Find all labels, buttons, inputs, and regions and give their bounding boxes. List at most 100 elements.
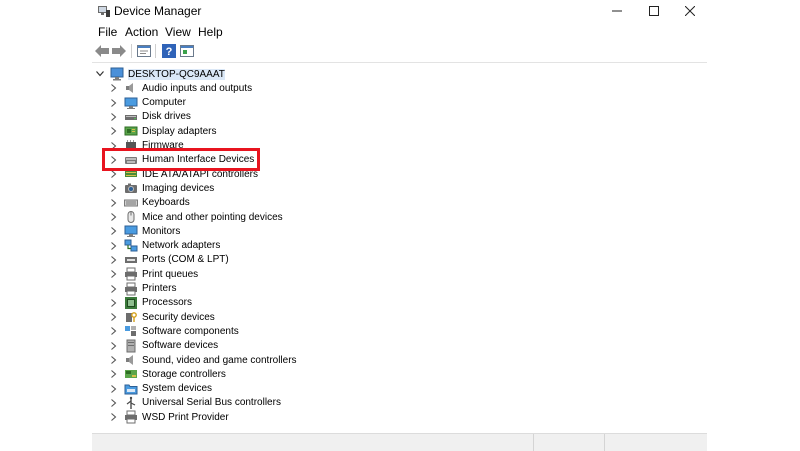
tree-item-label: WSD Print Provider bbox=[142, 411, 229, 423]
tree-item-label: System devices bbox=[142, 383, 213, 395]
chevron-down-icon[interactable] bbox=[94, 67, 106, 81]
back-button[interactable] bbox=[94, 43, 110, 59]
properties-button[interactable] bbox=[136, 43, 152, 59]
chevron-right-icon[interactable] bbox=[108, 324, 120, 338]
chevron-right-icon[interactable] bbox=[108, 224, 120, 238]
chevron-right-icon[interactable] bbox=[108, 367, 120, 381]
tree-item-label: Mice and other pointing devices bbox=[142, 211, 283, 223]
keyboard-icon bbox=[124, 196, 138, 210]
menu-file[interactable]: File bbox=[98, 25, 117, 39]
tree-root-label: DESKTOP-QC9AAAT bbox=[128, 68, 225, 80]
tree-item-label: Universal Serial Bus controllers bbox=[142, 397, 281, 409]
storage-controller-icon bbox=[124, 367, 138, 381]
tree-item-wsd-print-provider[interactable]: WSD Print Provider bbox=[108, 410, 229, 424]
chevron-right-icon[interactable] bbox=[108, 124, 120, 138]
camera-icon bbox=[124, 181, 138, 195]
chevron-right-icon[interactable] bbox=[108, 196, 120, 210]
chevron-right-icon[interactable] bbox=[108, 353, 120, 367]
monitor-icon bbox=[124, 96, 138, 110]
device-tree[interactable]: DESKTOP-QC9AAAT Audio inputs and outputs… bbox=[92, 62, 707, 434]
maximize-icon bbox=[649, 6, 659, 16]
chevron-right-icon[interactable] bbox=[108, 310, 120, 324]
tree-item-monitors[interactable]: Monitors bbox=[108, 224, 180, 238]
tree-item-software-components[interactable]: Software components bbox=[108, 324, 239, 338]
software-device-icon bbox=[124, 339, 138, 353]
chevron-right-icon[interactable] bbox=[108, 253, 120, 267]
chevron-right-icon[interactable] bbox=[108, 110, 120, 124]
chevron-right-icon[interactable] bbox=[108, 282, 120, 296]
back-arrow-icon bbox=[95, 45, 109, 57]
chevron-right-icon[interactable] bbox=[108, 181, 120, 195]
tree-item-printers[interactable]: Printers bbox=[108, 282, 176, 296]
tree-item-storage-controllers[interactable]: Storage controllers bbox=[108, 367, 226, 381]
toolbar-separator bbox=[155, 44, 156, 58]
tree-item-network-adapters[interactable]: Network adapters bbox=[108, 239, 220, 253]
tree-item-security-devices[interactable]: Security devices bbox=[108, 310, 215, 324]
speaker-icon bbox=[124, 353, 138, 367]
software-component-icon bbox=[124, 324, 138, 338]
port-icon bbox=[124, 253, 138, 267]
speaker-icon bbox=[124, 81, 138, 95]
printer-icon bbox=[124, 267, 138, 281]
tree-item-label: Disk drives bbox=[142, 111, 191, 123]
help-button[interactable]: ? bbox=[161, 43, 177, 59]
chevron-right-icon[interactable] bbox=[108, 96, 120, 110]
network-icon bbox=[124, 239, 138, 253]
update-driver-icon bbox=[180, 45, 194, 57]
tree-item-sound-video-and-game-controllers[interactable]: Sound, video and game controllers bbox=[108, 353, 297, 367]
printer-icon bbox=[124, 410, 138, 424]
tree-item-label: Monitors bbox=[142, 225, 181, 237]
tree-item-audio-inputs-and-outputs[interactable]: Audio inputs and outputs bbox=[108, 81, 252, 95]
chevron-right-icon[interactable] bbox=[108, 396, 120, 410]
tree-item-label: Software components bbox=[142, 325, 239, 337]
tree-item-ports-com-lpt[interactable]: Ports (COM & LPT) bbox=[108, 253, 229, 267]
security-key-icon bbox=[124, 310, 138, 324]
chevron-right-icon[interactable] bbox=[108, 239, 120, 253]
chevron-right-icon[interactable] bbox=[108, 382, 120, 396]
menu-bar: File Action View Help bbox=[92, 22, 707, 42]
status-bar bbox=[92, 433, 707, 451]
minimize-button[interactable] bbox=[599, 0, 635, 22]
mouse-icon bbox=[124, 210, 138, 224]
tree-root-node[interactable]: DESKTOP-QC9AAAT bbox=[94, 67, 225, 81]
menu-action[interactable]: Action bbox=[125, 25, 158, 39]
forward-button[interactable] bbox=[111, 43, 127, 59]
chevron-right-icon[interactable] bbox=[108, 81, 120, 95]
monitor-icon bbox=[124, 224, 138, 238]
maximize-button[interactable] bbox=[636, 0, 672, 22]
tree-item-keyboards[interactable]: Keyboards bbox=[108, 196, 190, 210]
device-manager-window: Device Manager File Action View Help ? D… bbox=[92, 0, 707, 451]
tree-item-mice-and-other-pointing-devices[interactable]: Mice and other pointing devices bbox=[108, 210, 283, 224]
tree-item-computer[interactable]: Computer bbox=[108, 96, 186, 110]
tree-item-label: Processors bbox=[142, 297, 193, 309]
chevron-right-icon[interactable] bbox=[108, 210, 120, 224]
tree-item-print-queues[interactable]: Print queues bbox=[108, 267, 198, 281]
menu-view[interactable]: View bbox=[165, 25, 191, 39]
printer-icon bbox=[124, 282, 138, 296]
tree-item-imaging-devices[interactable]: Imaging devices bbox=[108, 181, 214, 195]
chevron-right-icon[interactable] bbox=[108, 339, 120, 353]
update-driver-button[interactable] bbox=[179, 43, 195, 59]
chevron-right-icon[interactable] bbox=[108, 410, 120, 424]
tree-item-label: Print queues bbox=[142, 268, 199, 280]
help-icon: ? bbox=[162, 44, 176, 58]
tree-item-label: Audio inputs and outputs bbox=[142, 82, 253, 94]
tree-item-universal-serial-bus-controllers[interactable]: Universal Serial Bus controllers bbox=[108, 396, 281, 410]
tree-item-label: Sound, video and game controllers bbox=[142, 354, 297, 366]
tree-item-processors[interactable]: Processors bbox=[108, 296, 192, 310]
chevron-right-icon[interactable] bbox=[108, 267, 120, 281]
close-button[interactable] bbox=[672, 0, 708, 22]
tree-item-disk-drives[interactable]: Disk drives bbox=[108, 110, 191, 124]
tree-item-display-adapters[interactable]: Display adapters bbox=[108, 124, 216, 138]
chevron-right-icon[interactable] bbox=[108, 296, 120, 310]
menu-help[interactable]: Help bbox=[198, 25, 223, 39]
tree-item-label: Software devices bbox=[142, 340, 219, 352]
tree-item-label: Imaging devices bbox=[142, 182, 215, 194]
toolbar-separator bbox=[131, 44, 132, 58]
close-icon bbox=[685, 6, 695, 16]
tree-item-system-devices[interactable]: System devices bbox=[108, 382, 212, 396]
title-bar[interactable]: Device Manager bbox=[92, 0, 707, 22]
computer-icon bbox=[110, 67, 124, 81]
tree-item-label: Ports (COM & LPT) bbox=[142, 254, 229, 266]
tree-item-software-devices[interactable]: Software devices bbox=[108, 339, 218, 353]
